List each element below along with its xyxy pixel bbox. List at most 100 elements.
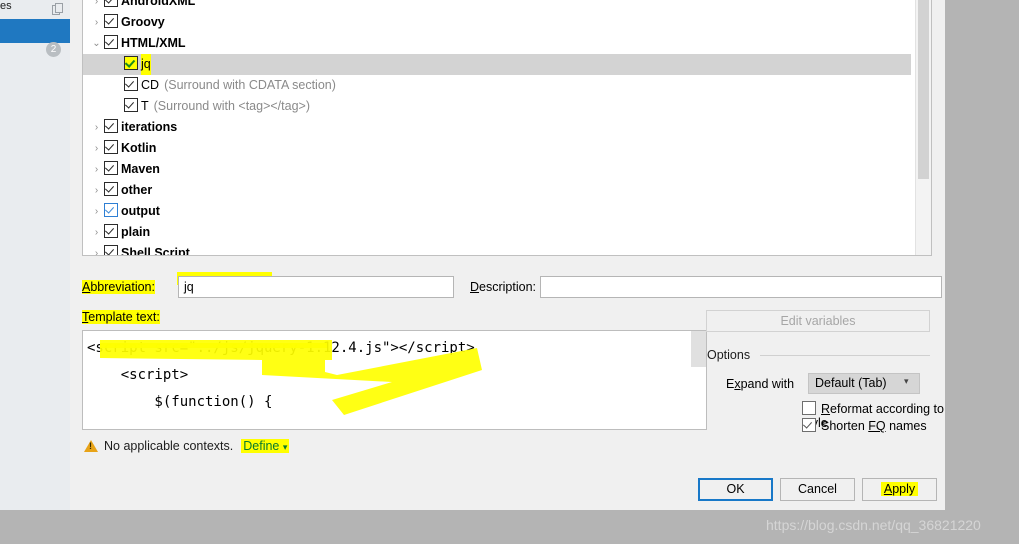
tree-row-label: plain (121, 225, 151, 240)
chevron-right-icon[interactable]: › (89, 0, 104, 12)
chevron-right-icon[interactable]: › (89, 117, 104, 138)
reformat-mnemonic: R (821, 402, 831, 416)
tree-row[interactable]: › Maven (83, 159, 911, 180)
template-text-value[interactable]: <script src="../js/jquery-1.12.4.js"></s… (87, 335, 475, 416)
tree-row-description: (Surround with <tag></tag>) (153, 99, 310, 114)
tree-row-label: output (121, 204, 160, 219)
tree-row-label: Maven (121, 162, 160, 177)
tree-row[interactable]: › other (83, 180, 911, 201)
options-divider (760, 355, 930, 356)
shorten-fq-mnemonic: FQ (868, 419, 886, 433)
tree-row-checkbox[interactable] (124, 56, 138, 70)
edit-variables-button: Edit variables (706, 310, 930, 332)
tree-row-checkbox[interactable] (104, 182, 118, 196)
tree-row[interactable]: jq (83, 54, 911, 76)
tree-row-checkbox[interactable] (124, 98, 138, 112)
tree-row-label: other (121, 183, 153, 198)
tree-scrollbar[interactable]: ▴ (915, 0, 931, 255)
chevron-right-icon[interactable]: › (89, 222, 104, 243)
ok-button[interactable]: OK (698, 478, 773, 501)
tree-row-label: AndroidXML (121, 0, 196, 9)
tree-row[interactable]: T (Surround with <tag></tag>) (83, 96, 911, 117)
tree-row[interactable]: › Shell Script (83, 243, 911, 256)
abbreviation-label: Abbreviation: (82, 280, 155, 294)
tree-row-label: CD (141, 78, 160, 93)
tree-row-checkbox[interactable] (104, 203, 118, 217)
define-link-text: Define (243, 439, 280, 453)
chevron-down-icon[interactable]: ▾ (904, 377, 912, 386)
tree-row-label: Groovy (121, 15, 165, 30)
reformat-checkbox[interactable] (802, 401, 816, 415)
tree-row-checkbox[interactable] (104, 224, 118, 238)
tree-row[interactable]: › plain (83, 222, 911, 243)
tree-row-checkbox[interactable] (104, 119, 118, 133)
chevron-right-icon[interactable]: › (89, 201, 104, 222)
template-text-label: Template text: (82, 310, 160, 324)
abbreviation-input[interactable]: jq (178, 276, 454, 298)
tree-row[interactable]: › Groovy (83, 12, 911, 33)
template-text-scrollbar-thumb[interactable] (691, 331, 706, 367)
apply-mnemonic: A (883, 482, 893, 496)
tree-row-checkbox[interactable] (104, 0, 118, 7)
left-panel-top-label: es (0, 0, 12, 12)
tree-row[interactable]: CD (Surround with CDATA section) (83, 75, 911, 96)
expand-with-label-post: pand with (740, 377, 795, 391)
shorten-fq-label-post: names (885, 419, 927, 433)
apply-button-label: Apply (880, 482, 919, 496)
tree-row-checkbox[interactable] (104, 14, 118, 28)
tree-row-label: iterations (121, 120, 178, 135)
chevron-down-icon[interactable]: ⌄ (89, 33, 104, 54)
context-status-message: No applicable contexts. (104, 439, 234, 453)
tree-row-checkbox[interactable] (104, 245, 118, 255)
tree-row-checkbox[interactable] (104, 161, 118, 175)
chevron-right-icon[interactable]: › (89, 138, 104, 159)
template-text-editor[interactable]: <script src="../js/jquery-1.12.4.js"></s… (82, 330, 707, 430)
watermark: https://blog.csdn.net/qq_36821220 (766, 517, 981, 533)
chevron-down-icon: ▾ (282, 442, 288, 452)
tree-row[interactable]: › iterations (83, 117, 911, 138)
tree-row[interactable]: › Kotlin (83, 138, 911, 159)
expand-with-select[interactable]: Default (Tab) ▾ (808, 373, 920, 394)
template-tree[interactable]: › AndroidXML › Groovy ⌄ HTML/XML jq CD (Surround… (82, 0, 932, 256)
abbreviation-label-text: bbreviation: (90, 280, 155, 294)
tree-row[interactable]: › AndroidXML (83, 0, 911, 12)
expand-with-value: Default (Tab) (815, 376, 887, 390)
chevron-right-icon[interactable]: › (89, 159, 104, 180)
tree-row-label: Shell Script (121, 246, 190, 256)
template-tree-list: › AndroidXML › Groovy ⌄ HTML/XML jq CD (Surround… (83, 0, 911, 256)
shorten-fq-checkbox-row[interactable]: Shorten FQ names (802, 418, 927, 433)
tree-row[interactable]: ⌄ HTML/XML (83, 33, 911, 54)
chevron-right-icon[interactable]: › (89, 243, 104, 255)
chevron-right-icon[interactable]: › (89, 12, 104, 33)
chevron-right-icon[interactable]: › (89, 180, 104, 201)
define-link[interactable]: Define ▾ (241, 439, 290, 453)
context-status-row: No applicable contexts. Define ▾ (84, 438, 290, 455)
tree-row-label: Kotlin (121, 141, 157, 156)
expand-with-label: Expand with (726, 377, 794, 391)
abbreviation-description-row: Abbreviation: jq Description: (82, 272, 942, 300)
options-legend: Options (707, 348, 757, 362)
screenshot-root: es 2 › AndroidXML › Groovy ⌄ HTML/XML jq CD (Sur… (0, 0, 1019, 544)
tree-row-description: (Surround with CDATA section) (164, 78, 336, 93)
apply-button[interactable]: Apply (862, 478, 937, 501)
tree-row-checkbox[interactable] (124, 77, 138, 91)
copy-icon[interactable] (52, 2, 64, 15)
tree-row-checkbox[interactable] (104, 35, 118, 49)
tree-row-label: T (141, 99, 149, 114)
description-mnemonic: D (470, 280, 480, 294)
shorten-fq-checkbox[interactable] (802, 418, 816, 432)
tree-row-label: jq (141, 54, 151, 76)
notification-badge: 2 (46, 42, 61, 57)
description-label: Description: (470, 280, 536, 294)
tree-row[interactable]: › output (83, 201, 911, 222)
warning-icon (84, 440, 98, 452)
description-input[interactable] (540, 276, 942, 298)
apply-label-post: pply (892, 482, 916, 496)
left-panel-selected-item[interactable] (0, 19, 70, 43)
template-text-scrollbar[interactable] (691, 331, 706, 429)
shorten-fq-label-pre: Shorten (821, 419, 869, 433)
tree-scrollbar-thumb[interactable] (918, 0, 929, 179)
tree-row-label: HTML/XML (121, 36, 186, 51)
tree-row-checkbox[interactable] (104, 140, 118, 154)
cancel-button[interactable]: Cancel (780, 478, 855, 501)
